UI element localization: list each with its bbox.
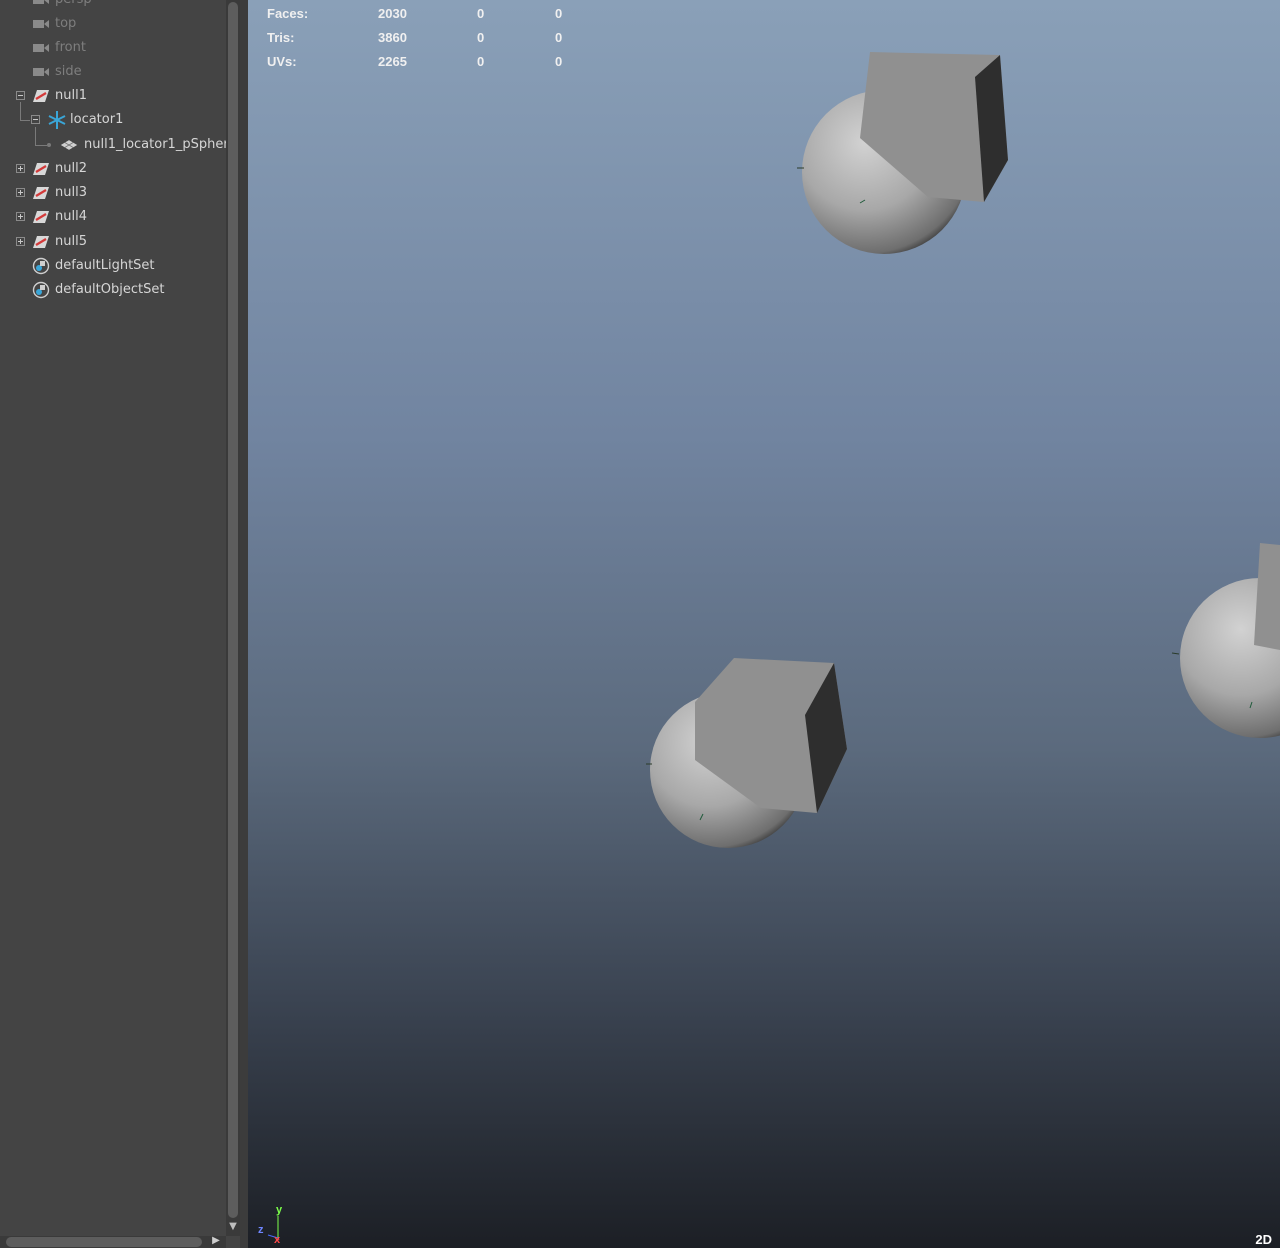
sphere-cube-object-2[interactable]: [646, 658, 847, 848]
axis-gizmo: y z x: [254, 1204, 294, 1248]
scroll-down-arrow-icon[interactable]: ▼: [226, 1220, 240, 1234]
sphere-cube-object-1[interactable]: [797, 52, 1008, 254]
camera-icon: [33, 20, 49, 28]
hud-faces-label: Faces:: [267, 6, 309, 21]
outliner-item-front[interactable]: front: [0, 36, 226, 60]
hud-faces-selected: 0: [477, 6, 485, 21]
camera-icon: [33, 44, 49, 52]
hud-tris-value: 3860: [378, 30, 407, 45]
tree-node-dot: [47, 143, 51, 147]
axis-z-label: z: [258, 1224, 264, 1236]
expand-toggle[interactable]: [16, 188, 25, 197]
outliner-vertical-scroll-thumb[interactable]: [228, 2, 238, 1218]
expand-toggle[interactable]: [16, 237, 25, 246]
hud-tris-label: Tris:: [267, 30, 295, 45]
3d-viewport[interactable]: Faces: 2030 0 0 Tris: 3860 0 0 UVs: 2265…: [248, 0, 1280, 1248]
object-set-icon: [32, 281, 50, 299]
transform-node-icon: [33, 236, 49, 248]
outliner-panel: persp top front side null1 locator1 null…: [0, 0, 226, 1248]
panel-splitter[interactable]: [240, 0, 248, 1248]
view-mode-indicator: 2D: [1255, 1232, 1272, 1247]
outliner-item-null3[interactable]: null3: [0, 181, 226, 205]
outliner-item-null1[interactable]: null1: [0, 84, 226, 108]
tree-line: [20, 120, 30, 121]
outliner-horizontal-scroll-thumb[interactable]: [6, 1237, 202, 1247]
outliner-item-label: defaultObjectSet: [55, 282, 165, 297]
outliner-item-label: locator1: [70, 112, 124, 127]
hud-uvs-selected: 0: [477, 54, 485, 69]
collapse-toggle[interactable]: [31, 115, 40, 124]
outliner-item-label: null1_locator1_pSphere1: [84, 137, 226, 152]
outliner-item-label: defaultLightSet: [55, 258, 155, 273]
locator-icon: [48, 111, 66, 129]
hud-tris-triangles: 0: [555, 30, 563, 45]
hud-tris-selected: 0: [477, 30, 485, 45]
camera-icon: [33, 68, 49, 76]
sphere-cube-object-3[interactable]: [1171, 543, 1280, 738]
transform-node-icon: [33, 90, 49, 102]
outliner-item-locator1[interactable]: locator1: [0, 108, 226, 132]
outliner-item-label: null4: [55, 209, 87, 224]
object-set-icon: [32, 257, 50, 275]
mesh-icon: [60, 140, 78, 150]
scene-geometry: [646, 52, 1280, 848]
tree-line: [35, 145, 47, 146]
outliner-item-defaultobjectset[interactable]: defaultObjectSet: [0, 278, 226, 302]
outliner-item-null5[interactable]: null5: [0, 230, 226, 254]
tree-line: [20, 102, 21, 120]
outliner-item-label: front: [55, 40, 86, 55]
transform-node-icon: [33, 187, 49, 199]
outliner-item-top[interactable]: top: [0, 12, 226, 36]
hud-uvs-label: UVs:: [267, 54, 297, 69]
transform-node-icon: [33, 163, 49, 175]
tree-line: [35, 127, 36, 145]
outliner-item-label: persp: [55, 0, 92, 12]
hud-uvs-triangles: 0: [555, 54, 563, 69]
outliner-item-psphere1[interactable]: null1_locator1_pSphere1: [0, 133, 226, 157]
hud-faces-value: 2030: [378, 6, 407, 21]
outliner-item-persp[interactable]: persp: [0, 0, 226, 12]
camera-icon: [33, 0, 49, 4]
outliner-item-side[interactable]: side: [0, 60, 226, 84]
outliner-item-null2[interactable]: null2: [0, 157, 226, 181]
outliner-item-label: null5: [55, 234, 87, 249]
hud-uvs-value: 2265: [378, 54, 407, 69]
expand-toggle[interactable]: [16, 212, 25, 221]
transform-node-icon: [33, 211, 49, 223]
expand-toggle[interactable]: [16, 164, 25, 173]
outliner-item-label: null3: [55, 185, 87, 200]
collapse-toggle[interactable]: [16, 91, 25, 100]
scroll-right-arrow-icon[interactable]: ▶: [208, 1235, 224, 1247]
axis-y-label: y: [276, 1204, 283, 1216]
outliner-item-label: null1: [55, 88, 87, 103]
outliner-item-label: top: [55, 16, 77, 31]
outliner-item-label: side: [55, 64, 82, 79]
outliner-item-label: null2: [55, 161, 87, 176]
outliner-item-defaultlightset[interactable]: defaultLightSet: [0, 254, 226, 278]
outliner-item-null4[interactable]: null4: [0, 205, 226, 229]
axis-x-label: x: [274, 1234, 281, 1246]
hud-faces-triangles: 0: [555, 6, 563, 21]
